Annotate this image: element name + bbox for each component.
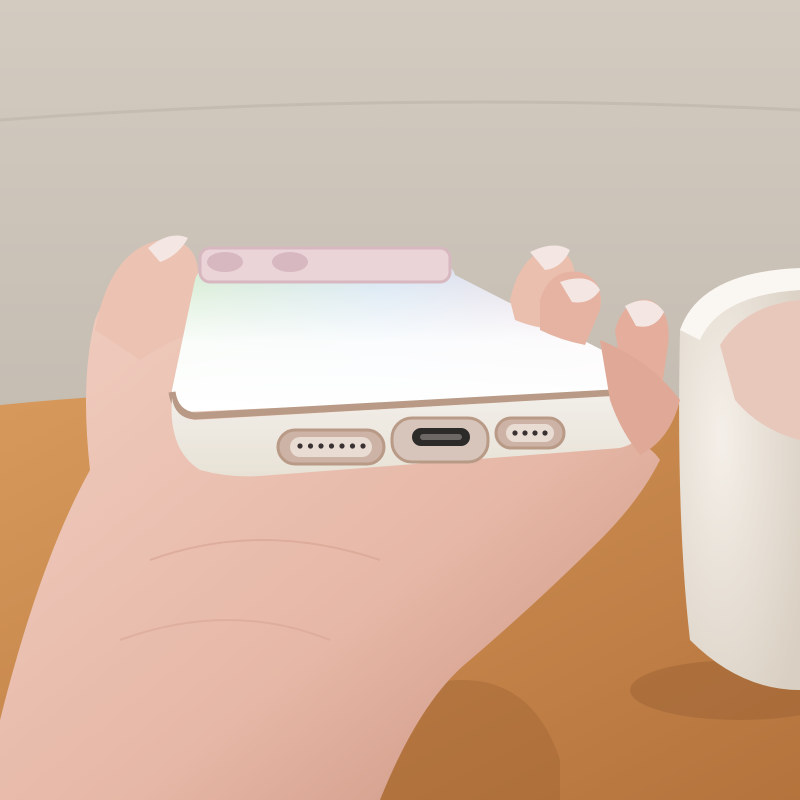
speaker-hole [532, 430, 538, 436]
speaker-hole [339, 443, 345, 449]
speaker-hole [512, 430, 518, 436]
speaker-grille-right [494, 416, 566, 450]
speaker-hole [542, 430, 548, 436]
speaker-hole [318, 443, 324, 449]
speaker-hole [307, 443, 314, 449]
speaker-hole [328, 443, 335, 449]
photo-scene [0, 0, 800, 800]
charging-port-cutout [390, 416, 490, 464]
speaker-hole [297, 443, 303, 449]
speaker-hole [349, 443, 356, 449]
camera-lens-right [272, 252, 308, 272]
speaker-hole [522, 430, 528, 436]
photo-illustration [0, 0, 800, 800]
speaker-hole [360, 443, 366, 449]
camera-lens-left [207, 252, 243, 272]
